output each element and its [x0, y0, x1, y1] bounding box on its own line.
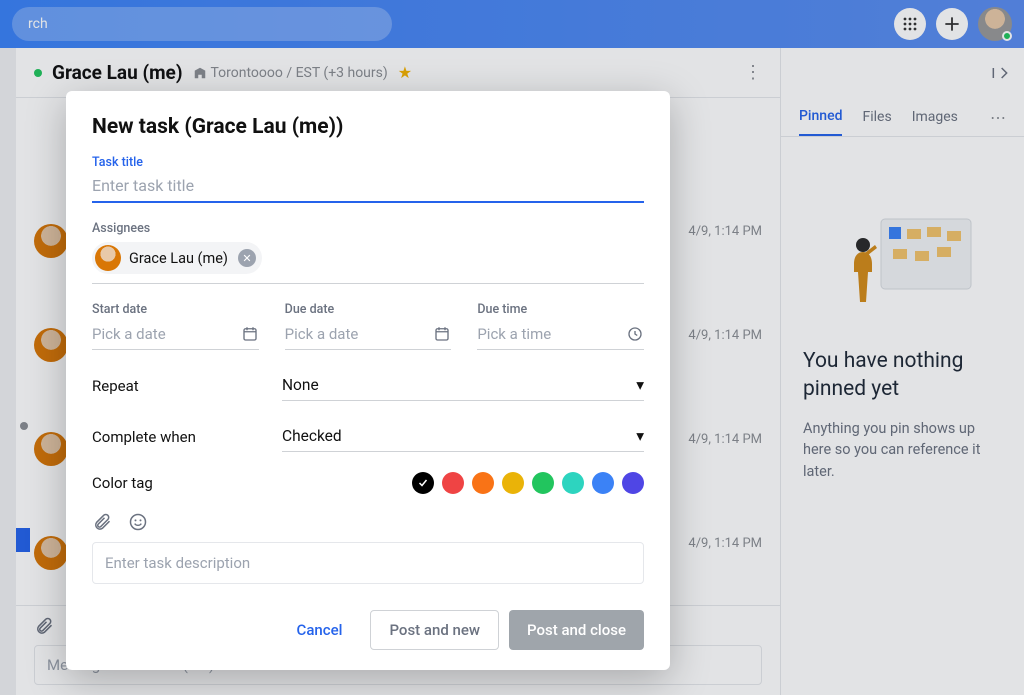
color-option[interactable] [502, 472, 524, 494]
color-option[interactable] [412, 472, 434, 494]
assignee-name: Grace Lau (me) [129, 250, 228, 267]
color-option[interactable] [442, 472, 464, 494]
remove-assignee-icon[interactable]: ✕ [238, 249, 256, 267]
assignee-chip: Grace Lau (me) ✕ [92, 242, 262, 274]
complete-when-select[interactable]: Checked ▾ [282, 421, 644, 452]
calendar-icon [433, 325, 451, 343]
attachment-row [92, 512, 644, 532]
repeat-label: Repeat [92, 377, 282, 395]
post-and-new-button[interactable]: Post and new [370, 610, 499, 650]
start-date-input[interactable]: Pick a date [92, 319, 259, 350]
color-option[interactable] [532, 472, 554, 494]
start-date-label: Start date [92, 302, 259, 317]
due-date-label: Due date [285, 302, 452, 317]
chevron-down-icon: ▾ [636, 427, 644, 445]
task-title-input[interactable] [92, 172, 644, 203]
complete-when-label: Complete when [92, 428, 282, 446]
repeat-select[interactable]: None ▾ [282, 370, 644, 401]
color-tag-label: Color tag [92, 474, 282, 492]
attachment-icon[interactable] [92, 512, 112, 532]
color-option[interactable] [562, 472, 584, 494]
assignees-label: Assignees [92, 221, 644, 236]
task-description-input[interactable]: Enter task description [92, 542, 644, 584]
modal-title: New task (Grace Lau (me)) [92, 115, 644, 139]
assignees-field[interactable]: Grace Lau (me) ✕ [92, 242, 644, 284]
color-tag-options [412, 472, 644, 494]
due-time-input[interactable]: Pick a time [477, 319, 644, 350]
calendar-icon [241, 325, 259, 343]
due-date-input[interactable]: Pick a date [285, 319, 452, 350]
clock-icon [626, 325, 644, 343]
avatar [95, 245, 121, 271]
color-option[interactable] [592, 472, 614, 494]
color-option[interactable] [472, 472, 494, 494]
task-title-label: Task title [92, 155, 644, 170]
emoji-icon[interactable] [128, 512, 148, 532]
new-task-modal: New task (Grace Lau (me)) Task title Ass… [66, 91, 670, 670]
post-and-close-button[interactable]: Post and close [509, 610, 644, 650]
modal-actions: Cancel Post and new Post and close [92, 610, 644, 650]
cancel-button[interactable]: Cancel [279, 610, 361, 650]
chevron-down-icon: ▾ [636, 376, 644, 394]
due-time-label: Due time [477, 302, 644, 317]
color-option[interactable] [622, 472, 644, 494]
